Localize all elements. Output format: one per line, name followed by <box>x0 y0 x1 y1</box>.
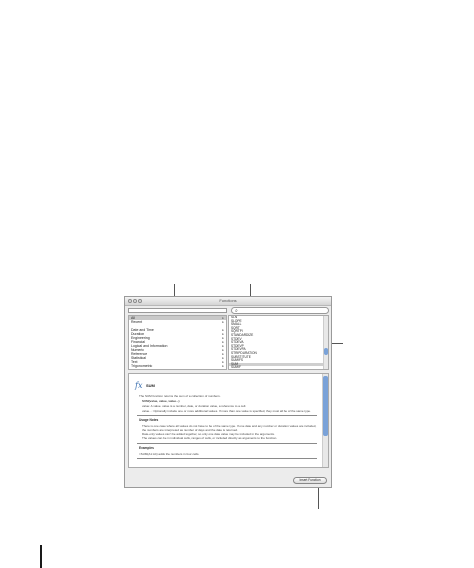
category-item[interactable]: Recent ▸ <box>129 320 226 324</box>
category-label: Trigonometric <box>131 364 153 368</box>
examples-heading: Examples <box>139 446 154 450</box>
function-name: SUM <box>146 383 155 388</box>
function-list[interactable]: SLN SLOPE SMALL SQRT SQRTPI STANDARDIZE STDEV S… <box>228 315 329 370</box>
divider <box>137 458 317 459</box>
category-label: Recent <box>131 320 143 324</box>
divider <box>137 415 317 416</box>
function-syntax: SUM(value, value, value...) <box>142 399 180 403</box>
title-bar: Functions <box>125 297 331 306</box>
description-pane: fx SUM The SUM function returns the sum … <box>128 373 329 468</box>
search-input[interactable]: ⌕ <box>231 307 329 314</box>
example-text: =SUM(A1:A4) adds the numbers in four cel… <box>139 452 200 456</box>
function-arg: value...: Optionally include one or more… <box>142 409 311 413</box>
chevron-right-icon: ▸ <box>222 320 224 324</box>
function-list-scroll-thumb[interactable] <box>324 348 328 355</box>
margin-rule <box>40 545 42 568</box>
function-items: SLN SLOPE SMALL SQRT SQRTPI STANDARDIZE STDEV S… <box>229 316 328 369</box>
search-icon: ⌕ <box>235 308 238 314</box>
function-summary: The SUM function returns the sum of a co… <box>139 394 221 398</box>
insert-function-button[interactable]: Insert Function <box>293 477 327 484</box>
category-item[interactable]: Trigonometric ▸ <box>129 364 226 368</box>
description-scrollbar[interactable] <box>322 374 328 467</box>
description-scroll-thumb[interactable] <box>323 376 328 436</box>
functions-window: Functions ⌕ All ▸ Recent ▸ Date and Time ▸ Dur… <box>124 296 332 488</box>
usage-notes-heading: Usage Notes <box>139 418 159 422</box>
function-arg: value: A value. value is a number, date,… <box>142 404 247 408</box>
function-list-scrollbar[interactable] <box>323 316 328 369</box>
function-icon: fx <box>135 381 143 390</box>
window-title: Functions <box>219 298 237 303</box>
category-header <box>128 308 227 313</box>
callout-line-functions <box>331 343 343 344</box>
chevron-right-icon: ▸ <box>222 364 224 368</box>
category-list[interactable]: All ▸ Recent ▸ Date and Time ▸ Duration ▸ Engine… <box>128 315 227 370</box>
divider <box>137 443 317 444</box>
usage-note: The values can be in individual cells, r… <box>142 436 278 440</box>
